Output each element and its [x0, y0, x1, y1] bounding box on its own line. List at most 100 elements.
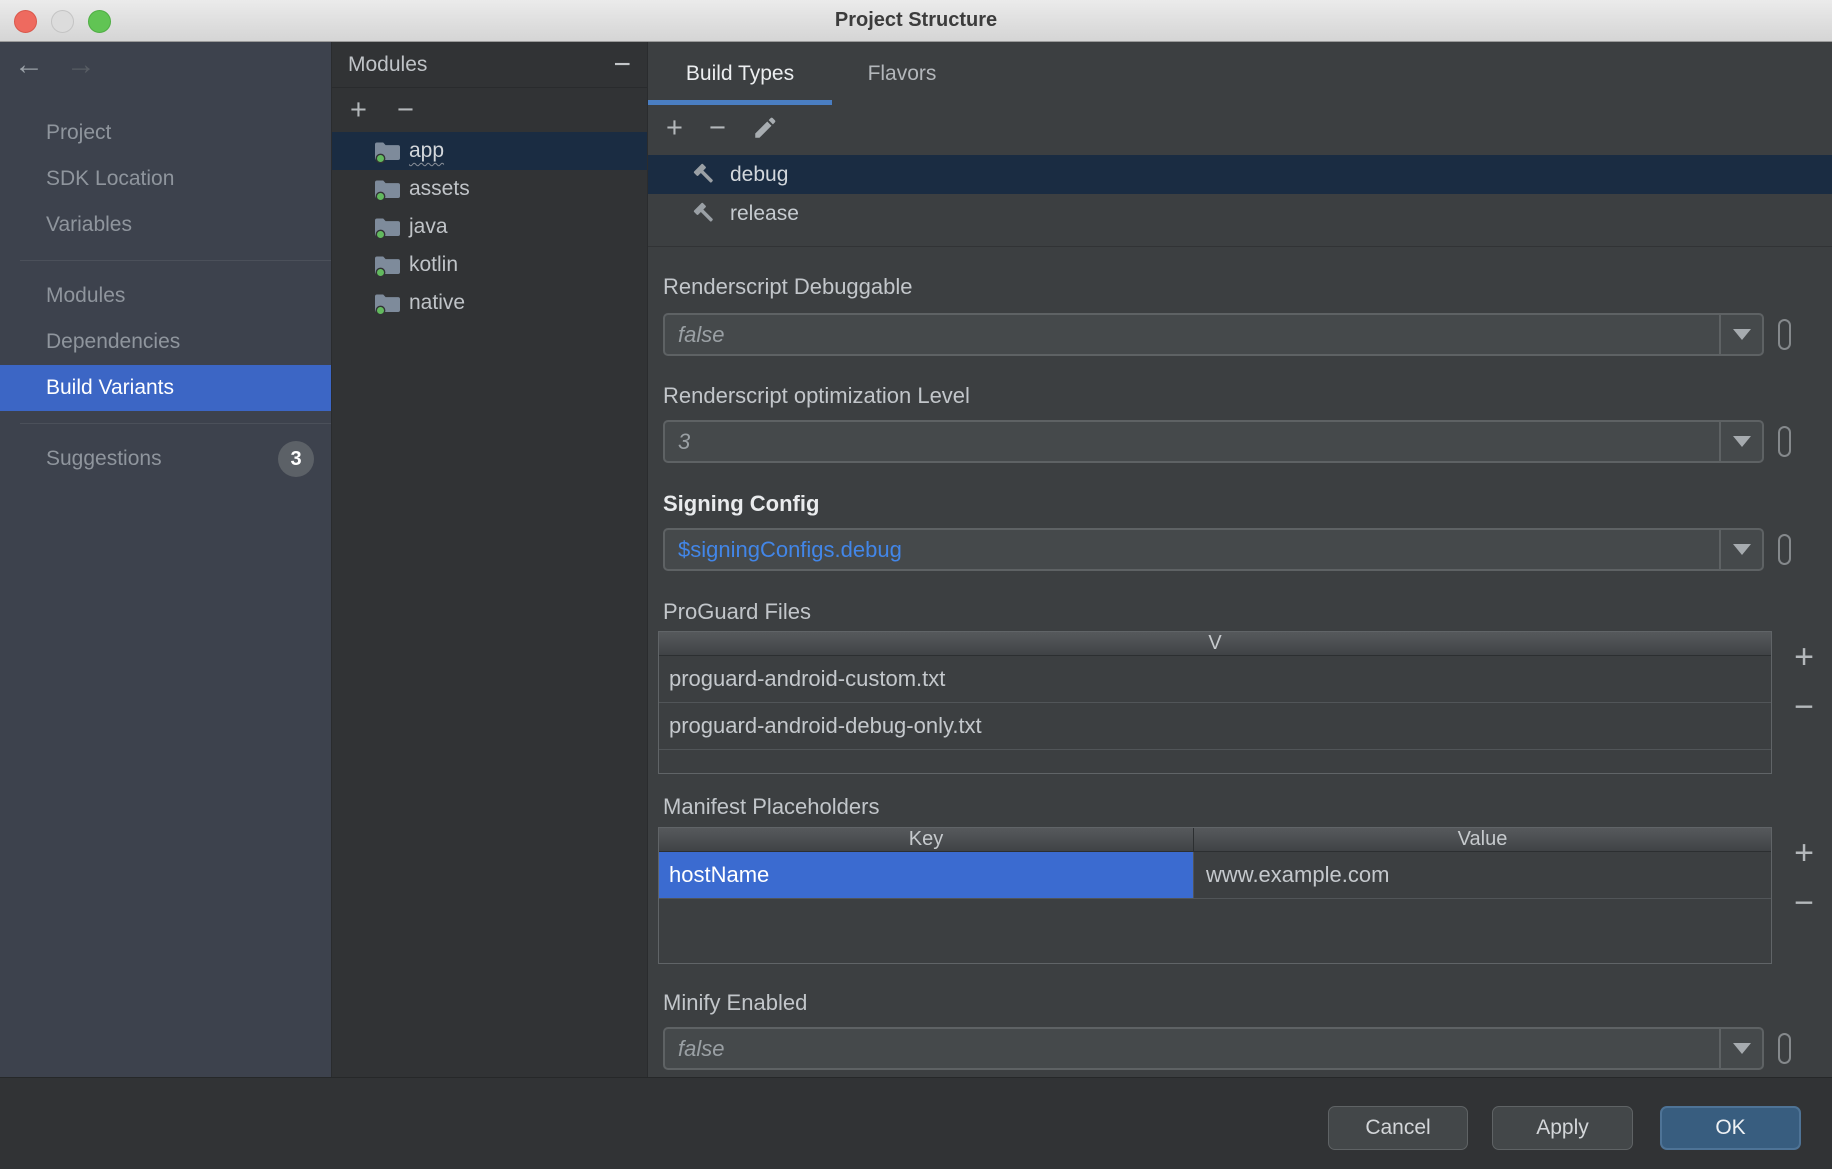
window-title: Project Structure: [835, 9, 997, 32]
table-row[interactable]: hostName www.example.com: [659, 852, 1771, 899]
titlebar: Project Structure: [0, 0, 1832, 42]
hide-panel-icon[interactable]: −: [613, 55, 631, 75]
combobox-value: 3: [665, 422, 1718, 461]
modules-list: app assets java: [332, 132, 647, 322]
placeholder-key-cell[interactable]: hostName: [659, 852, 1193, 898]
combobox-value: $signingConfigs.debug: [665, 530, 1718, 569]
close-window-button[interactable]: [14, 10, 37, 33]
section-divider: [648, 246, 1832, 247]
ok-button[interactable]: OK: [1660, 1106, 1801, 1150]
build-variants-panel: Build Types Flavors + − debug: [648, 42, 1832, 1077]
sidebar-item-modules[interactable]: Modules: [0, 273, 331, 319]
remove-module-button[interactable]: −: [397, 96, 414, 124]
value-editor-toggle-icon[interactable]: [1778, 319, 1791, 350]
module-folder-icon: [374, 253, 401, 277]
renderscript-debuggable-combobox[interactable]: false: [663, 313, 1764, 356]
proguard-files-label: ProGuard Files: [663, 596, 811, 628]
remove-proguard-file-button[interactable]: −: [1787, 690, 1821, 724]
chevron-down-icon[interactable]: [1719, 1029, 1762, 1068]
minimize-window-button[interactable]: [51, 10, 74, 33]
suggestions-count-badge: 3: [278, 441, 314, 477]
build-type-hammer-icon: [692, 201, 718, 227]
tab-flavors[interactable]: Flavors: [844, 42, 960, 105]
add-placeholder-button[interactable]: +: [1787, 836, 1821, 870]
history-nav: ← →: [14, 48, 96, 82]
modules-toolbar: + −: [332, 88, 647, 132]
combobox-value: false: [665, 315, 1718, 354]
renderscript-optimization-combobox[interactable]: 3: [663, 420, 1764, 463]
build-types-toolbar: + −: [648, 105, 778, 150]
column-header[interactable]: V: [659, 632, 1771, 655]
suggestions-label: Suggestions: [46, 447, 162, 470]
remove-build-type-button[interactable]: −: [709, 114, 726, 142]
module-row-java[interactable]: java: [332, 208, 647, 246]
module-label: kotlin: [409, 253, 458, 277]
module-row-app[interactable]: app: [332, 132, 647, 170]
build-type-hammer-icon: [692, 162, 718, 188]
module-label: assets: [409, 177, 470, 201]
table-row[interactable]: proguard-android-debug-only.txt: [659, 703, 1771, 750]
cancel-button[interactable]: Cancel: [1328, 1106, 1468, 1150]
sidebar-divider: [20, 260, 331, 261]
proguard-table-header[interactable]: V: [659, 632, 1771, 656]
value-editor-toggle-icon[interactable]: [1778, 534, 1791, 565]
sidebar-item-variables[interactable]: Variables: [0, 202, 331, 248]
value-editor-toggle-icon[interactable]: [1778, 426, 1791, 457]
proguard-files-table: V proguard-android-custom.txt proguard-a…: [658, 631, 1772, 774]
sidebar-item-sdk-location[interactable]: SDK Location: [0, 156, 331, 202]
table-row[interactable]: proguard-android-custom.txt: [659, 656, 1771, 703]
apply-button[interactable]: Apply: [1492, 1106, 1633, 1150]
dialog-body: ← → Project SDK Location Variables Modul…: [0, 42, 1832, 1077]
sidebar-item-project[interactable]: Project: [0, 110, 331, 156]
forward-arrow-icon[interactable]: →: [66, 48, 96, 82]
table-row-empty[interactable]: [659, 750, 1771, 773]
modules-panel: Modules − + − app: [331, 42, 648, 1077]
build-type-label: release: [730, 202, 799, 226]
module-folder-icon: [374, 215, 401, 239]
column-header-value[interactable]: Value: [1193, 828, 1771, 851]
module-label: app: [409, 139, 444, 163]
back-arrow-icon[interactable]: ←: [14, 48, 44, 82]
remove-placeholder-button[interactable]: −: [1787, 886, 1821, 920]
sidebar-item-suggestions[interactable]: Suggestions 3: [0, 436, 331, 482]
table-empty-area[interactable]: [659, 899, 1771, 963]
column-header-key[interactable]: Key: [659, 828, 1193, 851]
chevron-down-icon[interactable]: [1719, 315, 1762, 354]
manifest-table-header: Key Value: [659, 828, 1771, 852]
module-row-assets[interactable]: assets: [332, 170, 647, 208]
add-proguard-file-button[interactable]: +: [1787, 640, 1821, 674]
modules-panel-header: Modules −: [332, 42, 647, 88]
chevron-down-icon[interactable]: [1719, 422, 1762, 461]
add-module-button[interactable]: +: [350, 96, 367, 124]
add-build-type-button[interactable]: +: [666, 114, 683, 142]
signing-config-label: Signing Config: [663, 488, 819, 520]
manifest-placeholders-label: Manifest Placeholders: [663, 791, 879, 823]
sidebar-divider: [20, 423, 331, 424]
placeholder-value-cell[interactable]: www.example.com: [1193, 852, 1771, 898]
zoom-window-button[interactable]: [88, 10, 111, 33]
edit-icon[interactable]: [752, 115, 778, 141]
build-type-row-debug[interactable]: debug: [648, 155, 1832, 194]
sidebar-list: Project SDK Location Variables Modules D…: [0, 110, 331, 482]
build-type-row-release[interactable]: release: [648, 194, 1832, 233]
module-folder-icon: [374, 139, 401, 163]
module-folder-icon: [374, 291, 401, 315]
renderscript-optimization-label: Renderscript optimization Level: [663, 380, 970, 412]
project-structure-dialog: Project Structure ← → Project SDK Locati…: [0, 0, 1832, 1169]
minify-enabled-combobox[interactable]: false: [663, 1027, 1764, 1070]
module-folder-icon: [374, 177, 401, 201]
build-type-label: debug: [730, 163, 788, 187]
module-label: java: [409, 215, 448, 239]
sidebar-item-dependencies[interactable]: Dependencies: [0, 319, 331, 365]
value-editor-toggle-icon[interactable]: [1778, 1033, 1791, 1064]
minify-enabled-label: Minify Enabled: [663, 987, 807, 1019]
module-row-native[interactable]: native: [332, 284, 647, 322]
chevron-down-icon[interactable]: [1719, 530, 1762, 569]
sidebar: ← → Project SDK Location Variables Modul…: [0, 42, 331, 1077]
tab-build-types[interactable]: Build Types: [648, 42, 832, 105]
sidebar-item-build-variants[interactable]: Build Variants: [0, 365, 331, 411]
module-row-kotlin[interactable]: kotlin: [332, 246, 647, 284]
traffic-lights: [0, 0, 130, 42]
tab-bar: Build Types Flavors: [648, 42, 1832, 105]
signing-config-combobox[interactable]: $signingConfigs.debug: [663, 528, 1764, 571]
